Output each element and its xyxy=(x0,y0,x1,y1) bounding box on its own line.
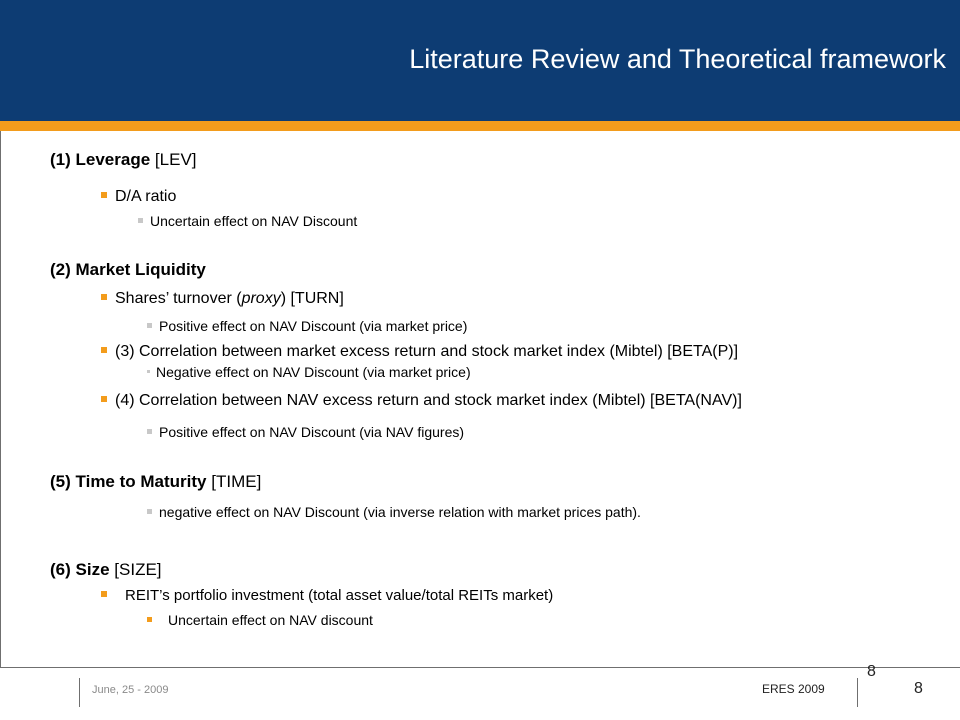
section-title: Market Liquidity xyxy=(75,260,206,279)
square-bullet-icon xyxy=(101,346,107,353)
footer-date: June, 25 - 2009 xyxy=(92,684,169,696)
section-number: (2) xyxy=(50,260,71,279)
bullet-text: (3) Correlation between market excess re… xyxy=(115,343,739,360)
sub-bullet-text: Uncertain effect on NAV discount xyxy=(168,612,373,628)
section-heading-time: (5) Time to Maturity [TIME] xyxy=(50,472,261,492)
sub-bullet-item: Negative effect on NAV Discount (via mar… xyxy=(147,364,471,380)
section-number: (6) xyxy=(50,560,71,579)
sub-bullet-text: Uncertain effect on NAV Discount xyxy=(150,213,358,229)
section-title: Leverage xyxy=(75,150,151,169)
section-heading-size: (6) Size [SIZE] xyxy=(50,560,162,580)
bullet-text: REIT’s portfolio investment (total asset… xyxy=(125,587,554,604)
footer-divider xyxy=(0,667,960,668)
square-bullet-icon xyxy=(147,322,152,328)
square-bullet-icon xyxy=(101,191,107,198)
square-bullet-icon xyxy=(147,616,152,622)
bullet-text: D/A ratio xyxy=(115,188,177,205)
bullet-item: (4) Correlation between NAV excess retur… xyxy=(101,392,742,410)
left-border xyxy=(0,131,1,668)
section-number: (5) xyxy=(50,472,71,491)
square-bullet-icon xyxy=(101,591,107,598)
sub-bullet-item: Positive effect on NAV Discount (via mar… xyxy=(147,318,467,334)
sub-bullet-item: negative effect on NAV Discount (via inv… xyxy=(147,504,641,520)
slide-title: Literature Review and Theoretical framew… xyxy=(409,44,946,74)
sub-bullet-item: Uncertain effect on NAV discount xyxy=(147,612,373,628)
section-tag: [TIME] xyxy=(211,472,262,491)
page-number-upper: 8 xyxy=(867,663,876,680)
section-tag: [SIZE] xyxy=(114,560,162,579)
sub-bullet-text: negative effect on NAV Discount (via inv… xyxy=(159,504,641,520)
footer-separator xyxy=(857,678,858,707)
square-bullet-icon xyxy=(101,293,107,300)
square-bullet-icon xyxy=(147,428,152,434)
page-number: 8 xyxy=(914,680,923,697)
bullet-text: (4) Correlation between NAV excess retur… xyxy=(115,392,742,409)
sub-bullet-item: Uncertain effect on NAV Discount xyxy=(138,213,357,229)
title-bar: Literature Review and Theoretical framew… xyxy=(0,0,960,121)
sub-bullet-text: Positive effect on NAV Discount (via mar… xyxy=(159,318,468,334)
section-heading-leverage: (1) Leverage [LEV] xyxy=(50,150,197,170)
square-bullet-icon xyxy=(147,369,150,373)
bullet-text: Shares’ turnover ( xyxy=(115,290,242,307)
square-bullet-icon xyxy=(101,395,107,402)
bullet-text: ) [TURN] xyxy=(280,290,344,307)
section-heading-liquidity: (2) Market Liquidity xyxy=(50,260,206,280)
sub-bullet-item: Positive effect on NAV Discount (via NAV… xyxy=(147,424,464,440)
bullet-item: REIT’s portfolio investment (total asset… xyxy=(101,587,553,604)
section-tag: [LEV] xyxy=(154,150,197,169)
bullet-item: Shares’ turnover (proxy) [TURN] xyxy=(101,290,344,308)
bullet-text-italic: proxy xyxy=(241,290,281,307)
square-bullet-icon xyxy=(138,217,143,223)
footer-conference: ERES 2009 xyxy=(762,682,825,696)
accent-rule xyxy=(0,121,960,131)
section-title: Time to Maturity xyxy=(75,472,207,491)
bullet-item: (3) Correlation between market excess re… xyxy=(101,343,738,361)
square-bullet-icon xyxy=(147,508,152,514)
section-title: Size xyxy=(75,560,110,579)
footer-separator xyxy=(79,678,80,707)
section-number: (1) xyxy=(50,150,71,169)
bullet-item: D/A ratio xyxy=(101,188,176,206)
sub-bullet-text: Positive effect on NAV Discount (via NAV… xyxy=(159,424,465,440)
sub-bullet-text: Negative effect on NAV Discount (via mar… xyxy=(156,364,471,380)
